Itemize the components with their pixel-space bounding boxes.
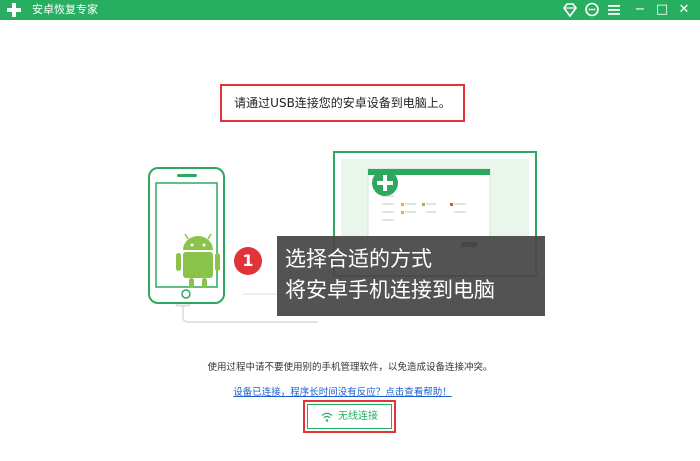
step-number-badge: 1 bbox=[234, 247, 262, 275]
step-hint-overlay: 选择合适的方式 将安卓手机连接到电脑 bbox=[277, 236, 545, 316]
wireless-connect-label: 无线连接 bbox=[338, 411, 378, 422]
step-hint-line1: 选择合适的方式 bbox=[285, 247, 432, 271]
help-link[interactable]: 设备已连接，程序长时间没有反应？点击查看帮助！ bbox=[0, 386, 685, 400]
usage-note: 使用过程中请不要使用别的手机管理软件，以免造成设备连接冲突。 bbox=[207, 362, 493, 373]
wireless-connect-button[interactable]: 无线连接 bbox=[307, 404, 392, 429]
step-hint-line2: 将安卓手机连接到电脑 bbox=[285, 278, 495, 302]
wifi-icon bbox=[321, 412, 333, 422]
